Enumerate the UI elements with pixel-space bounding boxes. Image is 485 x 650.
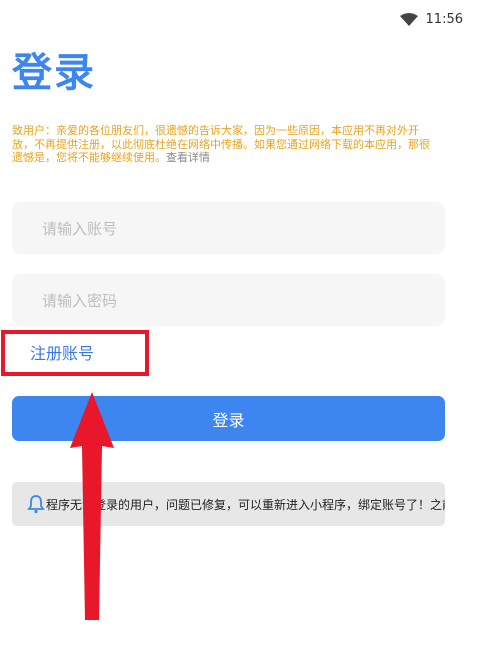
annotation-arrow [70,392,114,620]
